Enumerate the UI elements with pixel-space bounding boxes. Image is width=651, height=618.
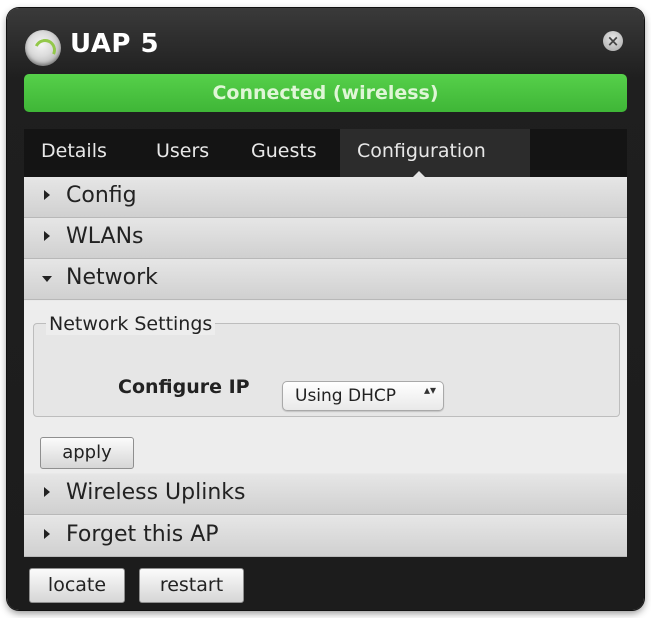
triangle-down-icon bbox=[42, 276, 52, 282]
triangle-right-icon bbox=[44, 190, 50, 200]
section-config[interactable]: Config bbox=[24, 177, 627, 218]
network-panel: Configure IP Using DHCP ▴▾ Network Setti… bbox=[24, 301, 627, 473]
section-wlans[interactable]: WLANs bbox=[24, 218, 627, 259]
section-forget-ap-label: Forget this AP bbox=[66, 522, 219, 547]
configuration-panel: Config WLANs Network Configure IP Using … bbox=[24, 177, 627, 557]
tab-configuration[interactable]: Configuration bbox=[340, 129, 530, 177]
window-title: UAP 5 bbox=[70, 29, 160, 59]
section-wireless-uplinks[interactable]: Wireless Uplinks bbox=[24, 474, 627, 515]
section-forget-ap[interactable]: Forget this AP bbox=[24, 516, 627, 557]
configure-ip-value: Using DHCP bbox=[295, 386, 396, 406]
ubiquiti-logo-icon bbox=[25, 30, 61, 66]
triangle-right-icon bbox=[44, 231, 50, 241]
tab-users[interactable]: Users bbox=[140, 129, 246, 177]
tab-bar: Details Users Guests Configuration bbox=[24, 129, 627, 177]
connection-status-bar: Connected (wireless) bbox=[24, 74, 627, 112]
triangle-right-icon bbox=[44, 529, 50, 539]
section-network-label: Network bbox=[66, 265, 158, 290]
section-wireless-uplinks-label: Wireless Uplinks bbox=[66, 480, 246, 505]
section-network[interactable]: Network bbox=[24, 259, 627, 300]
close-icon[interactable]: × bbox=[603, 31, 623, 51]
restart-button[interactable]: restart bbox=[139, 568, 244, 603]
tab-details[interactable]: Details bbox=[24, 129, 148, 177]
configure-ip-label: Configure IP bbox=[118, 376, 250, 398]
device-window: UAP 5 × Connected (wireless) Details Use… bbox=[7, 8, 644, 610]
tab-guests[interactable]: Guests bbox=[234, 129, 351, 177]
title-bar: UAP 5 × bbox=[7, 8, 644, 72]
locate-button[interactable]: locate bbox=[29, 568, 125, 603]
triangle-right-icon bbox=[44, 487, 50, 497]
select-arrows-icon: ▴▾ bbox=[424, 383, 437, 397]
network-settings-group: Configure IP Using DHCP ▴▾ bbox=[33, 323, 620, 417]
apply-button[interactable]: apply bbox=[40, 437, 134, 469]
section-config-label: Config bbox=[66, 183, 137, 208]
configure-ip-select[interactable]: Using DHCP ▴▾ bbox=[282, 381, 444, 411]
section-wlans-label: WLANs bbox=[66, 224, 144, 249]
network-settings-legend: Network Settings bbox=[46, 313, 216, 335]
